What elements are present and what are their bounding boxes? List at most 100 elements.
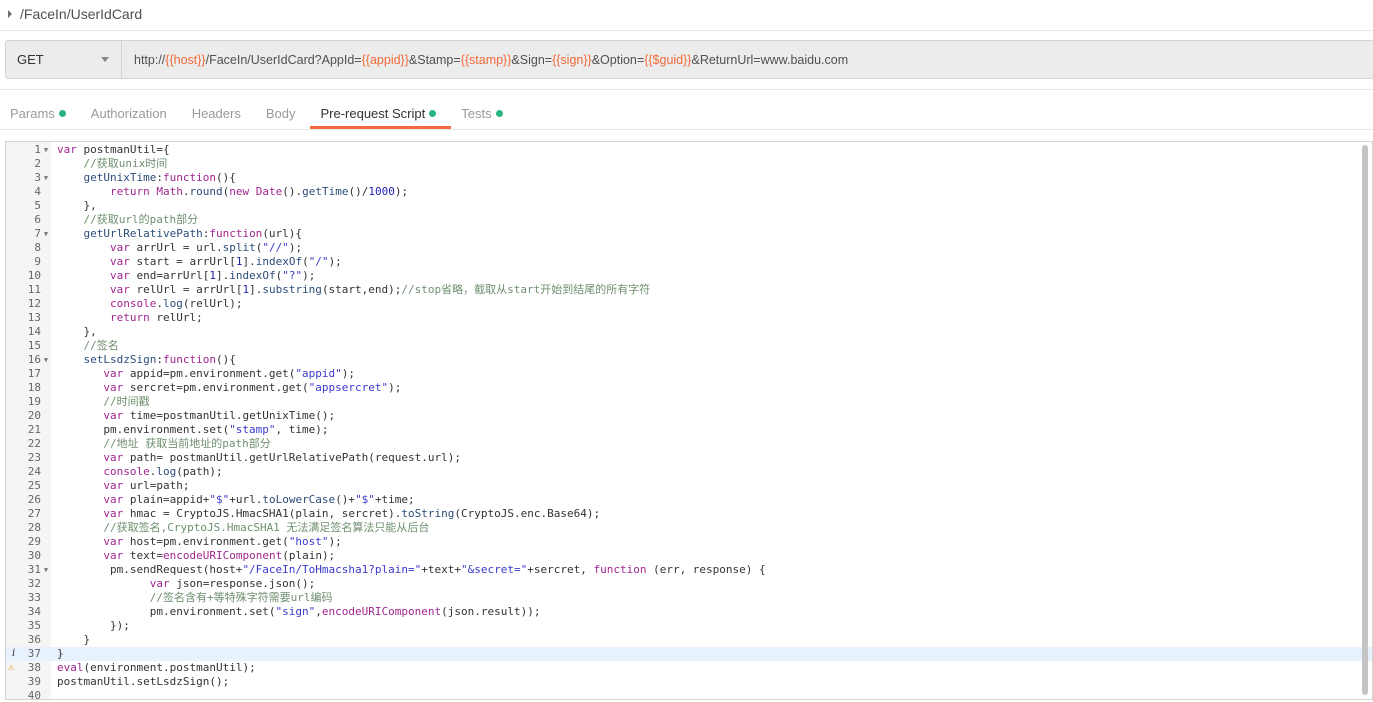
code-line[interactable]: 14 }, bbox=[6, 325, 1372, 339]
tab-tests[interactable]: Tests bbox=[451, 98, 517, 128]
token: pm.environment.set( bbox=[57, 605, 276, 618]
code-line[interactable]: 39 postmanUtil.setLsdzSign(); bbox=[6, 675, 1372, 689]
fold-arrow-icon[interactable]: ▼ bbox=[41, 227, 51, 241]
code-line[interactable]: 7 ▼ getUrlRelativePath:function(url){ bbox=[6, 227, 1372, 241]
token: //获取签名,CryptoJS.HmacSHA1 无法满足签名算法只能从后台 bbox=[57, 521, 430, 534]
code-line[interactable]: 13 return relUrl; bbox=[6, 311, 1372, 325]
status-dot-icon bbox=[429, 109, 437, 117]
token: getTime bbox=[302, 185, 349, 198]
code-line[interactable]: 27 var hmac = CryptoJS.HmacSHA1(plain, s… bbox=[6, 507, 1372, 521]
token: ); bbox=[394, 185, 409, 198]
request-title[interactable]: /FaceIn/UserIdCard bbox=[8, 4, 142, 24]
token: log bbox=[156, 465, 177, 478]
token: json=response.json(); bbox=[169, 577, 316, 590]
token: ); bbox=[302, 269, 316, 282]
fold-arrow-icon[interactable]: ▼ bbox=[41, 171, 51, 185]
code-line[interactable]: 6 //获取url的path部分 bbox=[6, 213, 1372, 227]
code-line[interactable]: 26 var plain=appid+"$"+url.toLowerCase()… bbox=[6, 493, 1372, 507]
code-line[interactable]: 30 var text=encodeURIComponent(plain); bbox=[6, 549, 1372, 563]
code-text: var time=postmanUtil.getUnixTime(); bbox=[51, 409, 335, 423]
info-icon[interactable]: i bbox=[12, 647, 15, 661]
tab-params[interactable]: Params bbox=[0, 98, 81, 128]
code-line[interactable]: 8 var arrUrl = url.split("//"); bbox=[6, 241, 1372, 255]
code-line[interactable]: 9 var start = arrUrl[1].indexOf("/"); bbox=[6, 255, 1372, 269]
code-line[interactable]: 34 pm.environment.set("sign",encodeURICo… bbox=[6, 605, 1372, 619]
expand-triangle-icon[interactable] bbox=[8, 10, 12, 18]
code-line[interactable]: 28 //获取签名,CryptoJS.HmacSHA1 无法满足签名算法只能从后… bbox=[6, 521, 1372, 535]
url-variable: {{host}} bbox=[165, 52, 206, 67]
code-line[interactable]: 16 ▼ setLsdzSign:function(){ bbox=[6, 353, 1372, 367]
code-line[interactable]: 2 //获取unix时间 bbox=[6, 157, 1372, 171]
code-line[interactable]: 11 var relUrl = arrUrl[1].substring(star… bbox=[6, 283, 1372, 297]
script-editor[interactable]: 1 ▼ var postmanUtil={2 //获取unix时间 3 ▼ getUni… bbox=[5, 141, 1373, 700]
code-line[interactable]: 40 bbox=[6, 689, 1372, 699]
method-label: GET bbox=[17, 52, 44, 67]
line-number: 21 bbox=[27, 423, 41, 436]
token: "/FaceIn/ToHmacsha1?plain=" bbox=[242, 563, 422, 576]
status-dot-icon bbox=[58, 109, 66, 117]
url-text: &ReturnUrl=www.baidu.com bbox=[691, 52, 849, 67]
tab-authorization[interactable]: Authorization bbox=[81, 98, 182, 128]
url-input[interactable]: http://{{host}}/FaceIn/UserIdCard?AppId=… bbox=[122, 41, 848, 78]
token: var bbox=[57, 577, 170, 590]
fold-arrow-icon[interactable]: ▼ bbox=[41, 143, 51, 157]
tab-pre-request-script[interactable]: Pre-request Script bbox=[310, 98, 452, 129]
code-line[interactable]: 23 var path= postmanUtil.getUrlRelativeP… bbox=[6, 451, 1372, 465]
line-number: 4 bbox=[34, 185, 41, 198]
token: (relUrl); bbox=[182, 297, 243, 310]
code-line[interactable]: 12 console.log(relUrl); bbox=[6, 297, 1372, 311]
method-select[interactable]: GET bbox=[6, 41, 122, 78]
url-variable: {{$guid}} bbox=[644, 52, 692, 67]
divider bbox=[0, 30, 1373, 31]
code-line[interactable]: 24 console.log(path); bbox=[6, 465, 1372, 479]
code-line[interactable]: 31 ▼ pm.sendRequest(host+"/FaceIn/ToHmacs… bbox=[6, 563, 1372, 577]
line-number: 26 bbox=[27, 493, 41, 506]
token: console bbox=[57, 297, 157, 310]
code-line[interactable]: 25 var url=path; bbox=[6, 479, 1372, 493]
code-line[interactable]: 22 //地址 获取当前地址的path部分 bbox=[6, 437, 1372, 451]
tab-label: Pre-request Script bbox=[320, 105, 426, 121]
line-number: 11 bbox=[27, 283, 41, 296]
token: ( bbox=[302, 255, 309, 268]
code-line[interactable]: 38 ⚠ eval(environment.postmanUtil); bbox=[6, 661, 1372, 675]
code-line[interactable]: 35 }); bbox=[6, 619, 1372, 633]
line-number: 27 bbox=[27, 507, 41, 520]
code-line[interactable]: 37 i} bbox=[6, 647, 1372, 661]
token: substring bbox=[262, 283, 322, 296]
code-line[interactable]: 29 var host=pm.environment.get("host"); bbox=[6, 535, 1372, 549]
code-line[interactable]: 20 var time=postmanUtil.getUnixTime(); bbox=[6, 409, 1372, 423]
token: return bbox=[57, 311, 150, 324]
code-line[interactable]: 4 return Math.round(new Date().getTime()… bbox=[6, 185, 1372, 199]
code-line[interactable]: 10 var end=arrUrl[1].indexOf("?"); bbox=[6, 269, 1372, 283]
code-line[interactable]: 21 pm.environment.set("stamp", time); bbox=[6, 423, 1372, 437]
warning-icon[interactable]: ⚠ bbox=[8, 661, 14, 675]
token: ); bbox=[328, 255, 342, 268]
code-line[interactable]: 17 var appid=pm.environment.get("appid")… bbox=[6, 367, 1372, 381]
line-number: 6 bbox=[34, 213, 41, 226]
token: ]. bbox=[215, 269, 230, 282]
tab-headers[interactable]: Headers bbox=[182, 98, 256, 128]
code-line[interactable]: 33 //签名含有+等特殊字符需要url编码 bbox=[6, 591, 1372, 605]
code-line[interactable]: 15 //签名 bbox=[6, 339, 1372, 353]
code-line[interactable]: 3 ▼ getUnixTime:function(){ bbox=[6, 171, 1372, 185]
line-number: 5 bbox=[34, 199, 41, 212]
code-line[interactable]: 5 }, bbox=[6, 199, 1372, 213]
code-line[interactable]: 19 //时间戳 bbox=[6, 395, 1372, 409]
token: 1 bbox=[209, 269, 216, 282]
fold-arrow-icon[interactable]: ▼ bbox=[41, 563, 51, 577]
tab-body[interactable]: Body bbox=[256, 98, 311, 128]
code-line[interactable]: 1 ▼ var postmanUtil={ bbox=[6, 143, 1372, 157]
code-line[interactable]: 32 var json=response.json(); bbox=[6, 577, 1372, 591]
code-line[interactable]: 36 } bbox=[6, 633, 1372, 647]
token: plain=appid+ bbox=[123, 493, 210, 506]
vertical-scrollbar[interactable] bbox=[1362, 145, 1368, 695]
code-line[interactable]: 18 var sercret=pm.environment.get("appse… bbox=[6, 381, 1372, 395]
fold-arrow-icon[interactable]: ▼ bbox=[41, 353, 51, 367]
code-text: setLsdzSign:function(){ bbox=[51, 353, 235, 367]
